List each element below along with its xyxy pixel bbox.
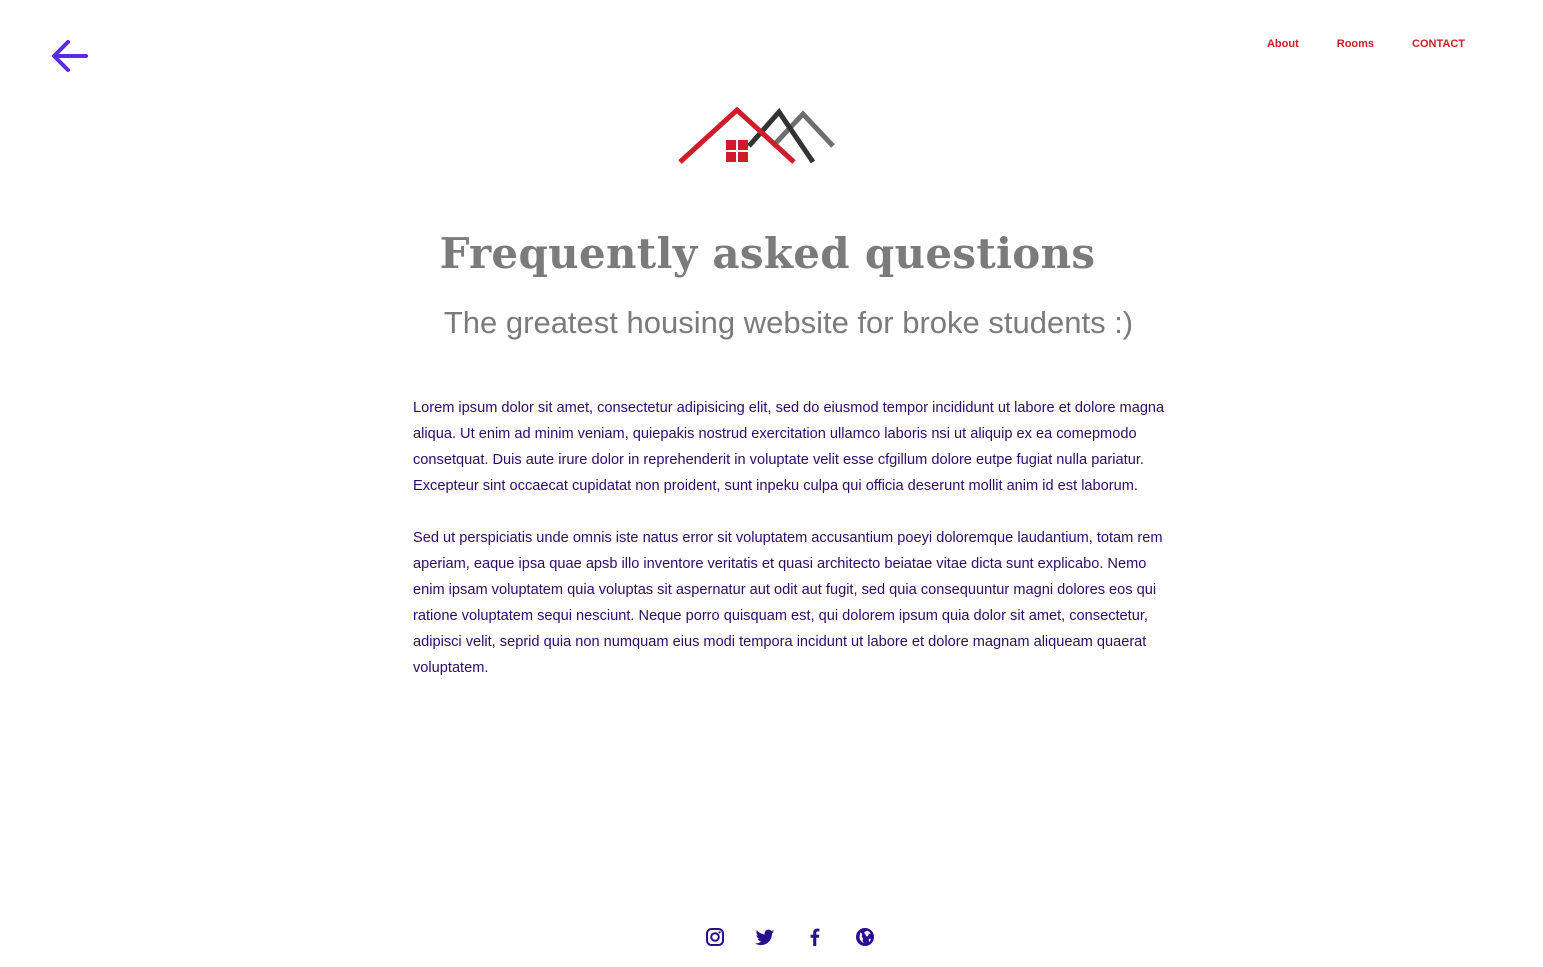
- page-subtitle: The greatest housing website for broke s…: [443, 305, 1134, 340]
- page-title: Frequently asked questions: [439, 229, 1096, 278]
- site-logo[interactable]: [676, 88, 866, 168]
- house-roofs-logo: [678, 106, 835, 164]
- website-link[interactable]: [854, 926, 876, 948]
- instagram-link[interactable]: [704, 926, 726, 948]
- nav-link-contact[interactable]: CONTACT: [1412, 37, 1465, 51]
- footer-social-links: [704, 926, 876, 948]
- facebook-link[interactable]: [804, 926, 826, 948]
- faq-paragraph: Sed ut perspiciatis unde omnis iste natu…: [413, 530, 1163, 676]
- page: About Rooms CONTACT Frequently asked que…: [0, 0, 1543, 967]
- faq-paragraph: Lorem ipsum dolor sit amet, consectetur …: [413, 400, 1165, 494]
- twitter-link[interactable]: [754, 926, 776, 948]
- arrow-left-icon: [52, 40, 88, 72]
- globe-icon: [856, 928, 874, 946]
- facebook-icon: [810, 928, 820, 946]
- instagram-icon: [706, 928, 724, 946]
- nav-link-rooms[interactable]: Rooms: [1337, 37, 1374, 51]
- twitter-icon: [754, 929, 775, 946]
- nav-link-about[interactable]: About: [1267, 37, 1299, 51]
- back-button[interactable]: [48, 36, 90, 76]
- faq-content: Lorem ipsum dolor sit amet, consectetur …: [413, 395, 1168, 707]
- top-nav: About Rooms CONTACT: [1229, 37, 1465, 51]
